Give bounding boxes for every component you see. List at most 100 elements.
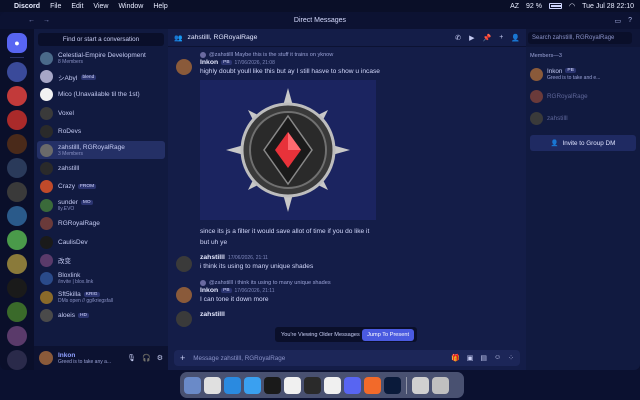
dm-item[interactable]: 改变 [37,251,165,269]
add-friend-icon[interactable]: + [499,34,503,42]
plus-icon[interactable]: + [180,353,185,363]
mail-icon[interactable] [244,376,261,394]
server-icon[interactable] [7,326,27,346]
photos-icon[interactable] [284,376,301,394]
message-composer[interactable]: + Message zahstilll, RGRoyalRage 🎁 ▣ ▤ ☺… [174,350,520,366]
emoji-icon[interactable]: ☺ [494,354,501,362]
menu-window[interactable]: Window [118,3,143,10]
chatgpt-icon[interactable] [264,376,281,394]
message: Inkon PB 17/06/2026, 21:08 highly doubt yo… [174,59,520,248]
discord-icon[interactable] [344,376,361,394]
dm-item[interactable]: Mico (Unavailable til the 1st) [37,86,165,104]
safari-icon[interactable] [224,376,241,394]
avatar[interactable] [176,287,192,303]
video-icon[interactable]: ▶ [469,34,474,42]
avatar[interactable] [176,59,192,75]
server-icon[interactable] [7,134,27,154]
search-input[interactable]: Search zahstilll, RGRoyalRage [528,32,632,44]
back-icon[interactable]: ← [28,17,35,24]
avatar[interactable] [176,256,192,272]
server-icon[interactable] [7,230,27,250]
server-icon[interactable] [7,350,27,370]
calendar-icon[interactable] [324,376,341,394]
wifi-icon[interactable]: ◠ [569,2,575,10]
dm-item[interactable]: Bloxlink/invite | blox.link [37,270,165,288]
message-text: since its js a filter it would save allo… [200,228,370,235]
phone-icon[interactable]: ✆ [455,34,461,42]
dm-item[interactable]: Celestial-Empire Development 8 Members [37,49,165,67]
invite-to-group-button[interactable]: 👤 Invite to Group DM [530,135,636,151]
dm-name: シAbyI blend [58,74,97,82]
member-item[interactable]: zahstilll [530,107,636,129]
server-icon[interactable] [7,86,27,106]
studio-icon[interactable] [364,376,381,394]
avatar[interactable] [176,311,192,327]
battery-icon[interactable] [549,3,562,9]
help-icon[interactable]: ? [628,17,632,25]
menu-file[interactable]: File [50,3,61,10]
inbox-icon[interactable]: ▭ [614,17,621,25]
add-user-icon: 👤 [550,140,559,147]
members-icon[interactable]: 👤 [511,34,520,42]
menu-help[interactable]: Help [153,3,167,10]
roblox-icon[interactable] [304,376,321,394]
member-item[interactable]: Inkon PB Greed is to take and e... [530,63,636,85]
author-name[interactable]: zahstilll [200,311,225,318]
dm-item[interactable]: RGRoyalRage [37,215,165,233]
gear-icon[interactable]: ⚙ [157,354,163,362]
jump-to-present-button[interactable]: Jump To Present [362,328,414,341]
author-name[interactable]: Inkon [200,59,218,66]
dm-item[interactable]: zahstilll, RGRoyalRage 3 Members [37,140,165,160]
dm-item[interactable]: sunder MO lly.EVO [37,196,165,214]
photoshop-icon[interactable] [384,376,401,394]
menu-view[interactable]: View [93,3,108,10]
trash-icon[interactable] [432,376,449,394]
forward-icon[interactable]: → [43,17,50,24]
server-icon[interactable] [7,254,27,274]
discord-icon[interactable]: ● [7,33,27,53]
reply-preview[interactable]: @zahstilll i think its using to many uni… [174,278,520,287]
dm-item[interactable]: aloeis HD [37,306,165,324]
image-attachment[interactable] [200,80,376,220]
dm-subtitle: /invite | blox.link [58,279,94,286]
gif-icon[interactable]: ▣ [467,354,474,362]
launchpad-icon[interactable] [204,376,221,394]
finder-icon[interactable] [184,376,201,394]
dm-list: Celestial-Empire Development 8 Members シAb… [34,49,168,346]
dm-item[interactable]: Sft5killa KRIG DMs open // gg/kriegsfall [37,288,165,306]
sticker-icon[interactable]: ▤ [480,354,487,362]
message-text: but uh ye [200,239,228,246]
server-icon[interactable] [7,278,27,298]
pin-icon[interactable]: 📌 [482,34,491,42]
menu-edit[interactable]: Edit [71,3,83,10]
server-icon[interactable] [7,182,27,202]
reply-preview[interactable]: @zahstilll Maybe this is the stuff it tr… [174,50,520,59]
avatar[interactable] [39,351,53,365]
author-name[interactable]: zahstilll [200,254,225,261]
dm-item[interactable]: zahstilll [37,159,165,177]
gift-icon[interactable]: 🎁 [451,354,460,362]
clock[interactable]: Tue Jul 28 22:10 [582,3,634,10]
server-icon[interactable] [7,302,27,322]
dm-item[interactable]: RoDevs [37,123,165,141]
server-icon[interactable] [7,110,27,130]
mic-icon[interactable]: 🎙 [127,354,136,362]
dm-item[interactable]: Voxel [37,104,165,122]
avatar [40,88,53,102]
dm-item[interactable]: Crazy FROM [37,178,165,196]
server-icon[interactable] [7,206,27,226]
dm-item[interactable]: シAbyI blend [37,67,165,85]
downloads-icon[interactable] [412,376,429,394]
apps-icon[interactable]: ⁘ [508,354,514,362]
find-conversation-button[interactable]: Find or start a conversation [38,33,164,46]
server-icon[interactable] [7,62,27,82]
menu-app[interactable]: Discord [14,3,40,10]
chat-title[interactable]: zahstilll, RGRoyalRage [187,34,257,41]
member-item[interactable]: RGRoyalRage [530,85,636,107]
author-name[interactable]: Inkon [200,287,218,294]
dm-item[interactable]: CaulisDev [37,233,165,251]
headphones-icon[interactable]: 🎧 [142,354,151,362]
input-source[interactable]: AZ [510,3,519,10]
message-input[interactable]: Message zahstilll, RGRoyalRage [193,355,285,362]
server-icon[interactable] [7,158,27,178]
